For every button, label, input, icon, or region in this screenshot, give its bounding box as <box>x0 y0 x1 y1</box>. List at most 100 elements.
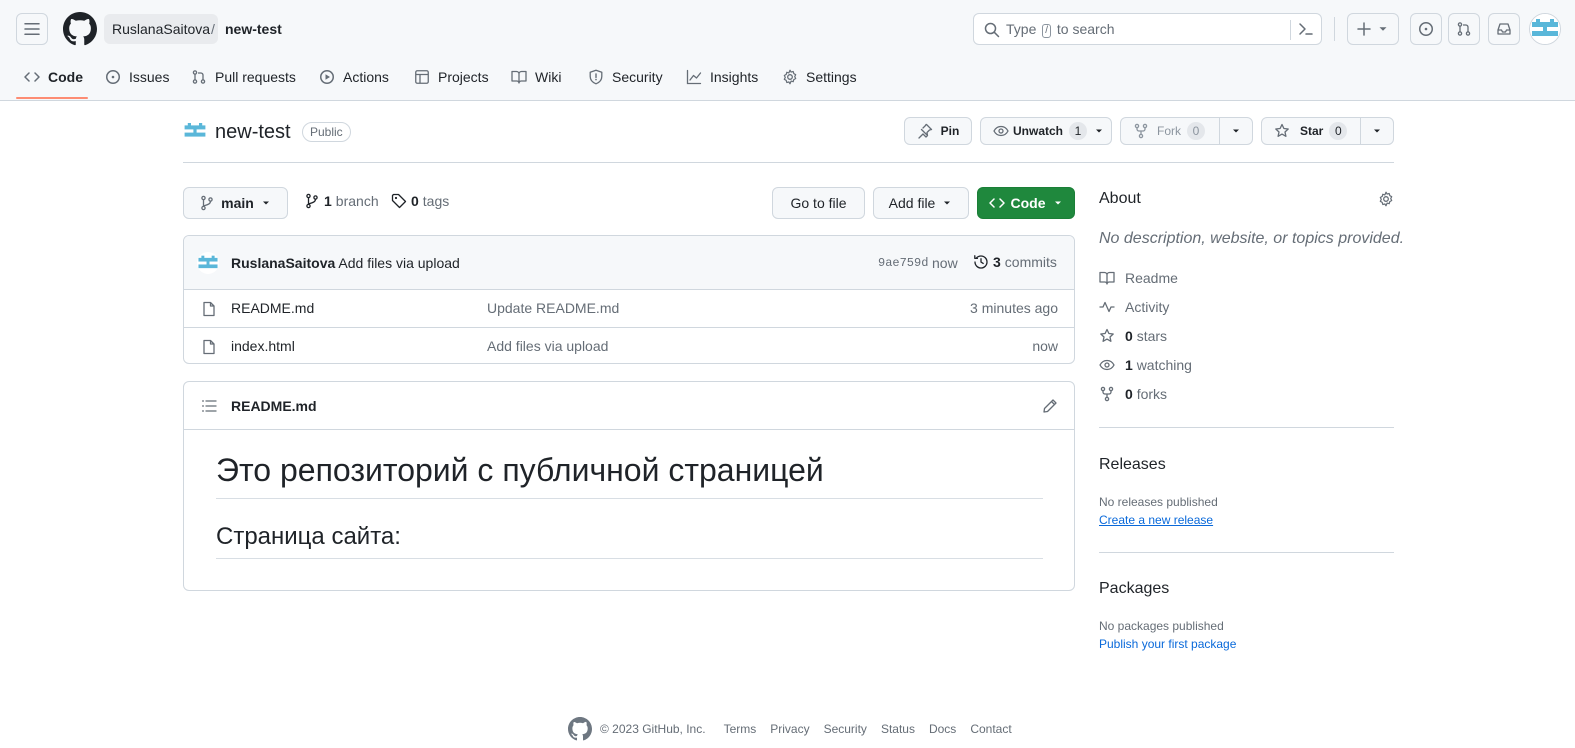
readme-heading-2: Страница сайта: <box>216 522 1043 559</box>
add-file-label: Add file <box>888 195 936 211</box>
list-icon[interactable] <box>201 398 217 414</box>
file-row[interactable]: README.md Update README.md 3 minutes ago <box>184 290 1074 327</box>
chevron-down-icon <box>1096 129 1103 133</box>
repo-title[interactable]: new-test <box>215 118 291 146</box>
tab-wiki-label: Wiki <box>535 69 562 85</box>
search-input[interactable]: Type / to search <box>973 13 1322 45</box>
file-name[interactable]: README.md <box>231 300 314 316</box>
add-file-button[interactable]: Add file <box>873 187 969 219</box>
tab-security-label: Security <box>612 69 663 85</box>
pull-request-icon <box>192 70 206 84</box>
go-to-file-button[interactable]: Go to file <box>772 187 865 219</box>
watching-count: 1 <box>1125 357 1133 373</box>
commit-sha[interactable]: 9ae759d <box>878 256 928 270</box>
about-forks-link[interactable]: 0 forks <box>1099 384 1167 404</box>
tag-count: 0 <box>411 193 419 209</box>
unwatch-label: Unwatch <box>1013 124 1064 138</box>
fork-button[interactable]: Fork 0 <box>1120 117 1220 145</box>
fork-label: Fork <box>1157 124 1181 138</box>
star-icon <box>1100 328 1114 342</box>
user-avatar[interactable] <box>1529 13 1561 45</box>
gear-icon[interactable] <box>1378 191 1394 207</box>
identicon-avatar-icon <box>183 119 207 143</box>
chevron-down-icon <box>1233 129 1239 133</box>
fork-dropdown-button[interactable] <box>1219 117 1253 145</box>
tab-wiki[interactable]: Wiki <box>511 60 561 94</box>
tab-pull-requests[interactable]: Pull requests <box>191 60 296 94</box>
footer-link-contact[interactable]: Contact <box>970 722 1011 736</box>
tab-insights-label: Insights <box>710 69 759 85</box>
shield-icon <box>589 69 603 85</box>
about-readme-link[interactable]: Readme <box>1099 268 1178 288</box>
history-icon <box>974 255 988 269</box>
file-commit-message[interactable]: Add files via upload <box>487 338 608 354</box>
menu-button[interactable] <box>16 13 48 45</box>
pencil-icon[interactable] <box>1042 398 1058 414</box>
code-button[interactable]: Code <box>977 187 1075 219</box>
sidebar-divider <box>1099 552 1394 553</box>
inbox-icon <box>1497 23 1511 35</box>
about-activity-link[interactable]: Activity <box>1099 297 1169 317</box>
file-row[interactable]: index.html Add files via upload now <box>184 327 1074 363</box>
footer: © 2023 GitHub, Inc. Terms Privacy Securi… <box>568 716 1026 742</box>
branch-selector[interactable]: main <box>183 187 288 219</box>
pin-button[interactable]: Pin <box>904 117 972 145</box>
tab-projects[interactable]: Projects <box>414 60 489 94</box>
tags-link[interactable]: 0 tags <box>391 193 449 209</box>
branch-name: main <box>221 195 254 211</box>
commits-link[interactable]: 3 commits <box>973 254 1057 270</box>
packages-title[interactable]: Packages <box>1099 580 1169 598</box>
tab-settings-label: Settings <box>806 69 857 85</box>
file-commit-message[interactable]: Update README.md <box>487 300 619 316</box>
pin-icon <box>918 123 932 139</box>
tab-issues-label: Issues <box>129 69 170 85</box>
branches-link[interactable]: 1 branch <box>304 193 379 209</box>
inbox-button[interactable] <box>1488 13 1520 45</box>
star-dropdown-button[interactable] <box>1360 117 1394 145</box>
pull-requests-button[interactable] <box>1448 13 1480 45</box>
footer-link-privacy[interactable]: Privacy <box>770 722 809 736</box>
publish-package-link[interactable]: Publish your first package <box>1099 637 1236 651</box>
footer-link-security[interactable]: Security <box>824 722 867 736</box>
issues-button[interactable] <box>1410 13 1442 45</box>
tab-code[interactable]: Code <box>24 60 83 94</box>
chevron-down-icon <box>1379 27 1387 31</box>
tab-insights[interactable]: Insights <box>686 60 758 94</box>
commit-author[interactable]: RuslanaSaitova <box>231 255 335 271</box>
play-icon <box>320 70 334 84</box>
readme-filename[interactable]: README.md <box>231 398 317 414</box>
forks-word: forks <box>1136 386 1168 402</box>
about-watching-link[interactable]: 1 watching <box>1099 355 1192 375</box>
packages-empty-text: No packages published <box>1099 619 1224 633</box>
breadcrumb-repo[interactable]: new-test <box>225 14 282 44</box>
footer-link-docs[interactable]: Docs <box>929 722 956 736</box>
about-stars-link[interactable]: 0 stars <box>1099 326 1167 346</box>
breadcrumb-owner[interactable]: RuslanaSaitova <box>104 14 219 44</box>
unwatch-button[interactable]: Unwatch 1 <box>980 117 1112 145</box>
tab-issues[interactable]: Issues <box>105 60 169 94</box>
chevron-down-icon <box>262 201 269 205</box>
file-name[interactable]: index.html <box>231 338 295 354</box>
identicon-avatar-icon <box>197 252 219 274</box>
commit-message[interactable]: Add files via upload <box>338 255 459 271</box>
tab-actions[interactable]: Actions <box>319 60 389 94</box>
global-header: RuslanaSaitova / new-test Type / to sear… <box>0 0 1575 101</box>
command-palette-icon[interactable] <box>1298 21 1314 37</box>
commit-author-avatar[interactable] <box>197 252 219 274</box>
github-logo-icon[interactable] <box>63 12 97 46</box>
create-release-link[interactable]: Create a new release <box>1099 513 1213 527</box>
branch-count: 1 <box>324 193 332 209</box>
tab-security[interactable]: Security <box>588 60 663 94</box>
tab-settings[interactable]: Settings <box>782 60 857 94</box>
search-placeholder: Type / to search <box>1006 21 1115 38</box>
active-tab-indicator <box>16 97 88 99</box>
footer-link-status[interactable]: Status <box>881 722 915 736</box>
code-label: Code <box>1010 195 1046 211</box>
create-new-button[interactable] <box>1347 13 1399 45</box>
footer-link-terms[interactable]: Terms <box>724 722 757 736</box>
github-logo-icon[interactable] <box>568 717 592 741</box>
search-icon <box>984 22 1000 38</box>
releases-title[interactable]: Releases <box>1099 456 1166 474</box>
owner-avatar[interactable] <box>183 119 207 143</box>
star-button[interactable]: Star 0 <box>1261 117 1361 145</box>
